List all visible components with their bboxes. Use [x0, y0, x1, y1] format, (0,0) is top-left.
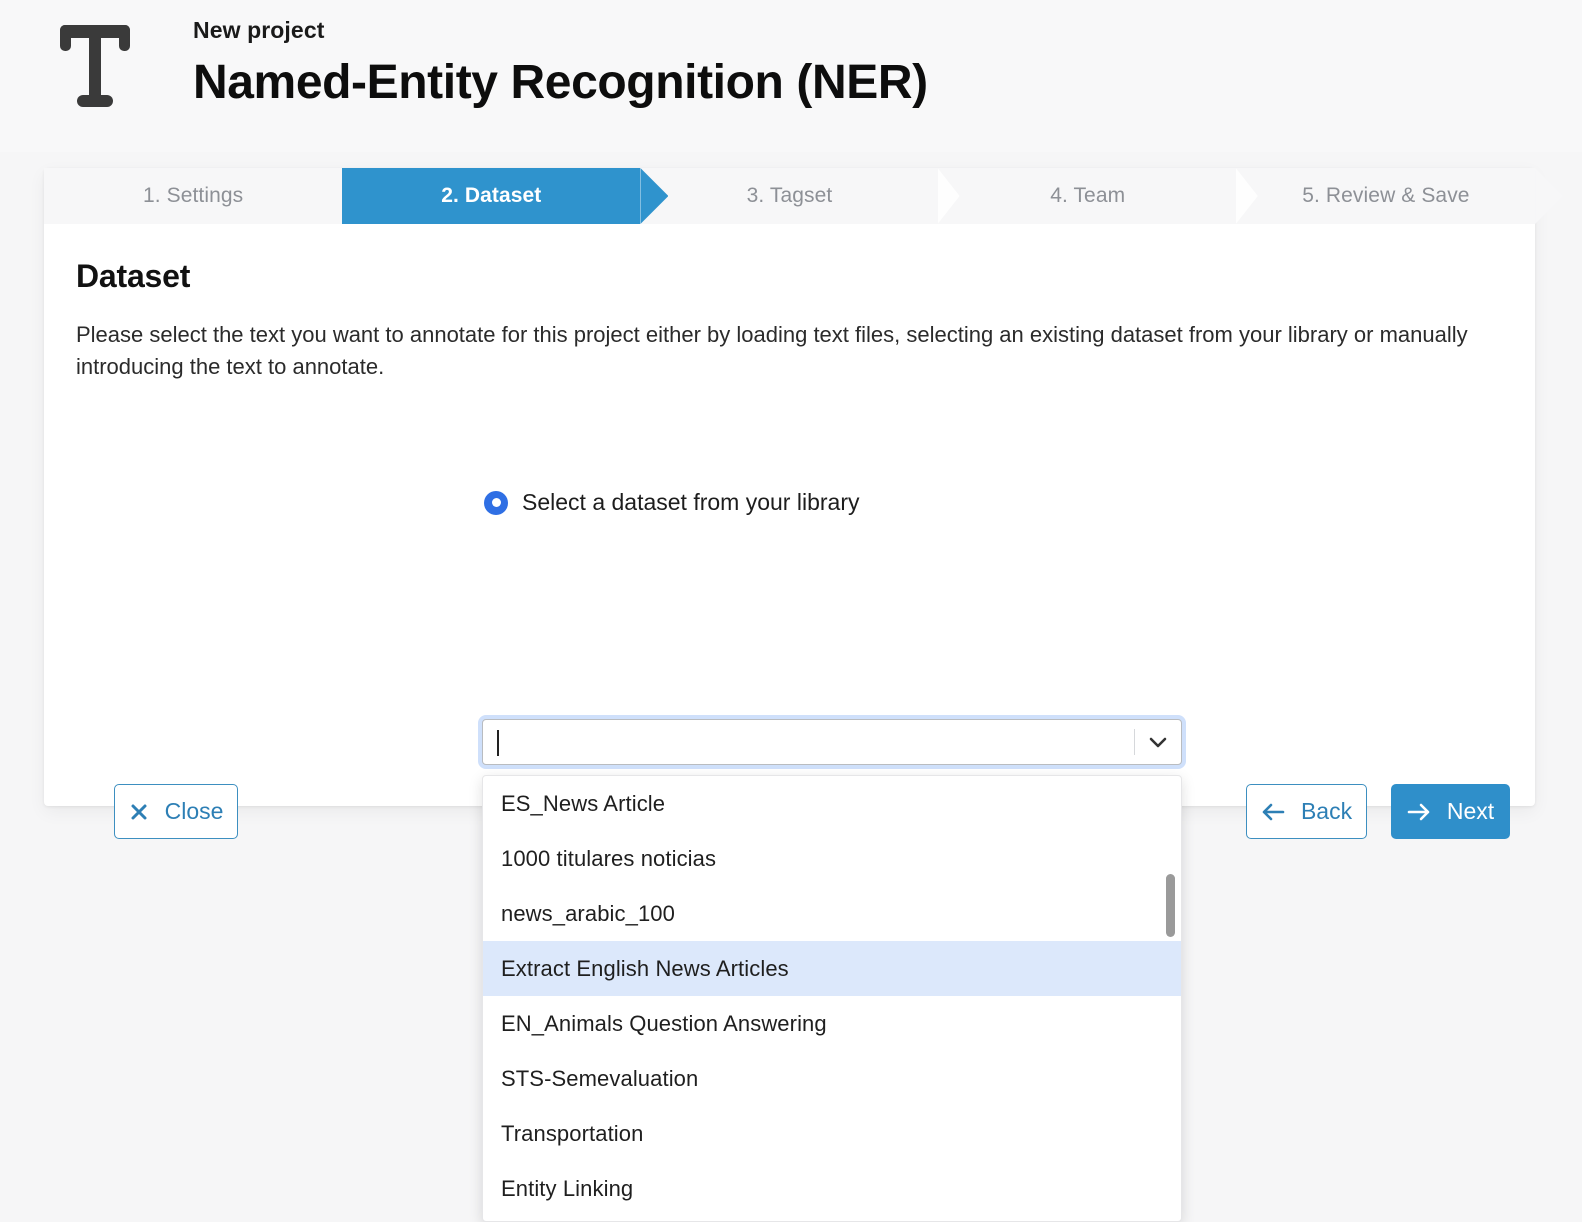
- close-button[interactable]: Close: [114, 784, 238, 839]
- step-team[interactable]: 4. Team: [938, 168, 1237, 224]
- text-type-icon: [52, 16, 138, 114]
- radio-option-label: Select a dataset from your library: [522, 489, 860, 515]
- radio-button-selected[interactable]: [484, 490, 508, 515]
- list-item[interactable]: STS-Semevaluation: [483, 1051, 1181, 1106]
- arrow-left-icon: [1261, 802, 1285, 822]
- dropdown-scrollbar-thumb[interactable]: [1166, 874, 1175, 937]
- text-cursor: [497, 730, 499, 756]
- list-item[interactable]: news_arabic_100: [483, 886, 1181, 941]
- wizard-step-bar: 1. Settings 2. Dataset 3. Tagset 4. Team…: [44, 168, 1536, 224]
- arrow-right-icon: [1407, 802, 1431, 822]
- back-button[interactable]: Back: [1246, 784, 1367, 839]
- list-item[interactable]: 1000 titulares noticias: [483, 831, 1181, 886]
- page-header: New project Named-Entity Recognition (NE…: [0, 0, 1582, 152]
- dataset-combobox[interactable]: [482, 719, 1182, 765]
- page-title: Named-Entity Recognition (NER): [193, 56, 928, 109]
- header-text-block: New project Named-Entity Recognition (NE…: [193, 14, 928, 114]
- radio-inner-dot: [491, 498, 501, 507]
- list-item[interactable]: Transportation: [483, 1106, 1181, 1161]
- list-item[interactable]: EN_Animals Question Answering: [483, 996, 1181, 1051]
- dataset-dropdown-list[interactable]: ES_News Article 1000 titulares noticias …: [482, 775, 1182, 1222]
- step-settings[interactable]: 1. Settings: [44, 168, 343, 224]
- step-settings-label: 1. Settings: [142, 184, 244, 207]
- step-team-label: 4. Team: [1050, 184, 1126, 207]
- step-tagset[interactable]: 3. Tagset: [640, 168, 939, 224]
- chevron-down-icon[interactable]: [1135, 720, 1181, 764]
- next-button[interactable]: Next: [1391, 784, 1510, 839]
- wizard-card: 1. Settings 2. Dataset 3. Tagset 4. Team…: [44, 168, 1536, 1222]
- step-review-save-label: 5. Review & Save: [1302, 184, 1470, 207]
- list-item-highlighted[interactable]: Extract English News Articles: [483, 941, 1181, 996]
- list-item[interactable]: Entity Linking: [483, 1161, 1181, 1216]
- section-title: Dataset: [76, 258, 191, 294]
- dropdown-scrollbar-track[interactable]: [1166, 780, 1175, 1219]
- back-button-label: Back: [1300, 798, 1353, 824]
- list-item[interactable]: ES_News Article: [483, 776, 1181, 831]
- project-eyebrow: New project: [193, 17, 325, 43]
- card-body: Dataset Please select the text you want …: [44, 224, 1535, 1222]
- radio-option-library[interactable]: Select a dataset from your library: [484, 489, 859, 516]
- step-dataset[interactable]: 2. Dataset: [342, 168, 641, 224]
- step-dataset-label: 2. Dataset: [441, 184, 542, 207]
- next-button-label: Next: [1446, 798, 1495, 824]
- section-description: Please select the text you want to annot…: [76, 322, 1468, 379]
- close-x-icon: [129, 802, 149, 822]
- step-tagset-label: 3. Tagset: [746, 184, 833, 207]
- step-review-save[interactable]: 5. Review & Save: [1236, 168, 1536, 224]
- close-button-label: Close: [164, 798, 224, 824]
- dataset-search-input[interactable]: [483, 720, 1134, 764]
